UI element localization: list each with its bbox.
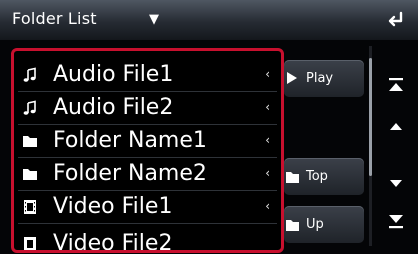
music-note-icon [23,67,36,82]
folder-up-icon [286,220,299,231]
list-item-label: Audio File2 [53,95,174,120]
list-item[interactable]: Video File1 ‹ [14,191,281,222]
back-arrow-icon[interactable] [385,8,407,30]
list-item[interactable]: Audio File1 ‹ [14,59,281,90]
chevron-left-icon: ‹ [265,166,270,180]
chevron-left-icon: ‹ [265,133,270,147]
list-item-label: Folder Name1 [53,128,207,153]
page-up-icon[interactable] [385,115,407,137]
scrollbar-thumb[interactable] [369,58,372,176]
divider [18,223,277,224]
folder-top-icon [286,172,299,183]
list-item[interactable]: Audio File2 ‹ [14,92,281,123]
list-item-label: Video File2 [53,231,173,253]
up-button[interactable]: Up [284,206,364,243]
up-button-label: Up [306,217,324,232]
header-bar: Folder List ▼ [0,0,418,40]
play-icon [287,72,297,84]
play-button[interactable]: Play [284,60,364,97]
top-button-label: Top [306,169,328,184]
file-list: Audio File1 ‹ Audio File2 ‹ Folder Name1… [11,48,284,253]
list-item-label: Audio File1 [53,62,174,87]
list-item-label: Folder Name2 [53,161,207,186]
page-title: Folder List [12,9,97,28]
page-down-icon[interactable] [385,172,407,194]
list-item[interactable]: Folder Name1 ‹ [14,125,281,156]
top-button[interactable]: Top [284,158,364,195]
video-icon [24,237,36,250]
title-dropdown-caret-icon[interactable]: ▼ [149,12,159,27]
folder-icon [23,169,37,180]
folder-icon [23,136,37,147]
chevron-left-icon: ‹ [265,67,270,81]
list-item[interactable]: Folder Name2 ‹ [14,158,281,189]
list-item-label: Video File1 [53,194,173,219]
video-icon [24,200,36,214]
list-item[interactable]: Video File2 [14,228,281,253]
scroll-to-bottom-icon[interactable] [385,210,407,232]
chevron-left-icon: ‹ [265,199,270,213]
scroll-to-top-icon[interactable] [385,74,407,96]
play-button-label: Play [306,71,334,86]
chevron-left-icon: ‹ [265,100,270,114]
music-note-icon [23,100,36,115]
